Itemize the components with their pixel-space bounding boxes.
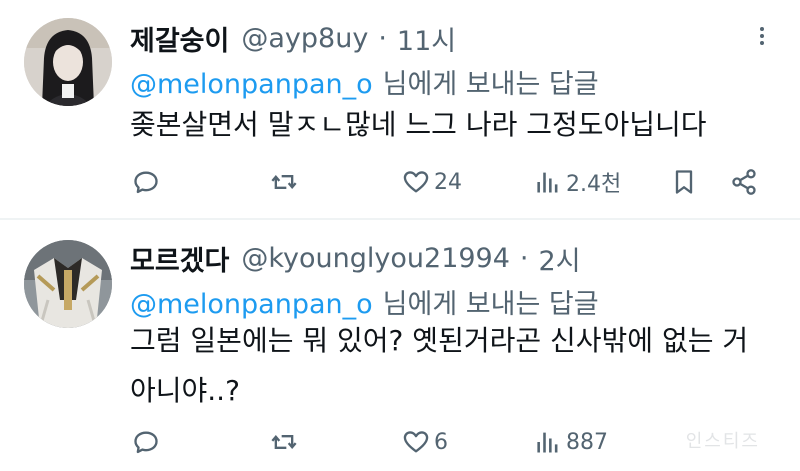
action-bar: 6 887 [130,422,770,462]
like-button[interactable]: 24 [402,162,462,202]
separator-dot: · [519,242,529,274]
avatar[interactable] [24,240,112,328]
tweet-header: 제갈숭이 @ayp8uy · 11시 [130,18,456,58]
action-bar: 24 2.4천 [130,162,770,202]
timestamp[interactable]: 2시 [539,239,581,278]
tweet-text: 그럼 일본에는 뭐 있어? 옛된거라곤 신사밖에 없는 거 아니야..? [130,316,780,416]
more-dots-icon[interactable] [750,24,774,48]
bookmark-icon [675,170,693,194]
speech-bubble-icon [134,431,158,454]
tweet-text-line: 좆본살면서 말ㅈㄴ많네 느그 나라 그정도아닙니다 [130,108,707,141]
retweet-button[interactable] [270,422,302,462]
reply-to-line: @melonpanpan_o 님에게 보내는 답글 [130,62,599,101]
views-button[interactable]: 887 [534,422,608,462]
timestamp[interactable]: 11시 [397,19,456,58]
views-count: 2.4천 [566,172,622,197]
user-handle[interactable]: @ayp8uy [241,23,368,54]
tweet-text: 좆본살면서 말ㅈㄴ많네 느그 나라 그정도아닙니다 [130,100,780,150]
display-name[interactable]: 제갈숭이 [130,19,229,58]
views-count: 887 [566,429,608,455]
bar-chart-icon [537,172,558,193]
avatar-photo [24,240,112,328]
avatar[interactable] [24,18,112,106]
watermark: 인스티즈 [685,431,760,452]
reply-button[interactable] [132,422,164,462]
reply-to-mention[interactable]: @melonpanpan_o [130,69,373,100]
heart-icon [403,431,429,453]
separator-dot: · [378,22,387,54]
retweet-button[interactable] [270,162,302,202]
tweet-text-line: 아니야..? [130,374,240,407]
display-name[interactable]: 모르겠다 [130,239,229,278]
bar-chart-icon [537,432,558,453]
avatar-photo [24,18,112,106]
like-count: 6 [434,429,448,455]
tweet-text-line: 그럼 일본에는 뭐 있어? 옛된거라곤 신사밖에 없는 거 [130,324,749,357]
heart-icon [403,171,429,193]
views-button[interactable]: 2.4천 [534,162,621,202]
tweet-card[interactable]: 모르겠다 @kyounglyou21994 · 2시 @melonpanpan_… [0,220,800,471]
user-handle[interactable]: @kyounglyou21994 [241,243,510,274]
retweet-arrows-icon [271,174,297,190]
bookmark-button[interactable] [670,162,698,202]
like-button[interactable]: 6 [402,422,448,462]
tweet-header: 모르겠다 @kyounglyou21994 · 2시 [130,238,581,278]
reply-to-suffix: 님에게 보내는 답글 [382,69,599,100]
speech-bubble-icon [134,171,158,194]
reply-button[interactable] [132,162,164,202]
like-count: 24 [434,169,462,195]
retweet-arrows-icon [271,434,297,450]
tweet-card[interactable]: 제갈숭이 @ayp8uy · 11시 @melonpanpan_o 님에게 보내는… [0,0,800,218]
share-nodes-icon [732,169,756,195]
share-button[interactable] [730,162,758,202]
